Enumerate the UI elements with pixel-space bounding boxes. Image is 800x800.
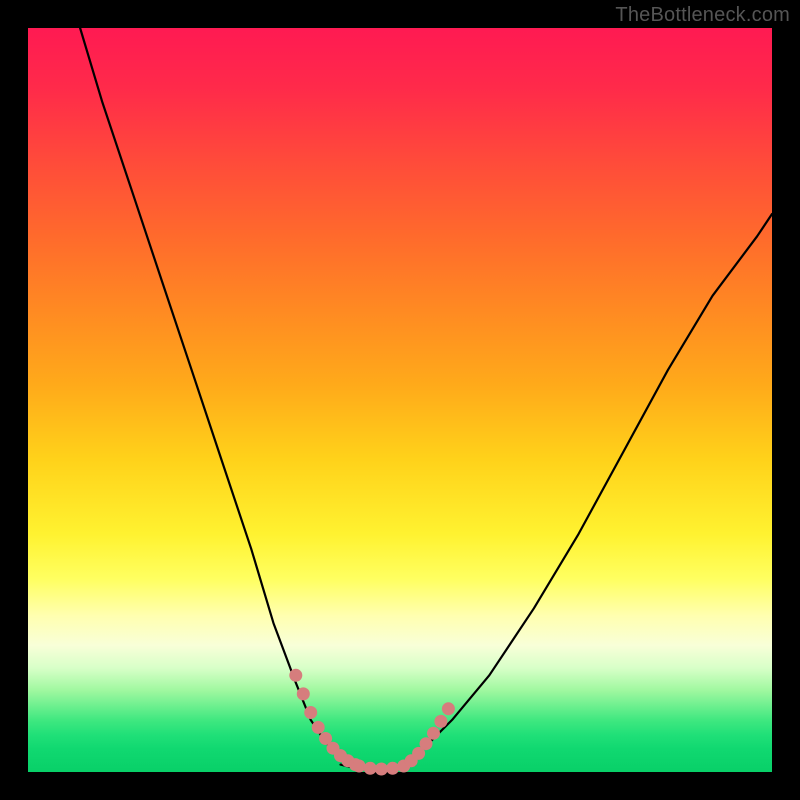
marker-dot (304, 706, 317, 719)
chart-markers (289, 669, 455, 776)
chart-plot-area (28, 28, 772, 772)
marker-dot (434, 715, 447, 728)
marker-dot (312, 721, 325, 734)
chart-svg (28, 28, 772, 772)
chart-lines (80, 28, 772, 770)
series-left-curve (80, 28, 355, 765)
marker-dot (375, 763, 388, 776)
series-right-curve (400, 214, 772, 765)
marker-dot (364, 762, 377, 775)
marker-dot (442, 702, 455, 715)
marker-dot (353, 760, 366, 773)
watermark-text: TheBottleneck.com (615, 4, 790, 27)
marker-dot (427, 727, 440, 740)
marker-dot (289, 669, 302, 682)
marker-dot (386, 762, 399, 775)
marker-dot (297, 687, 310, 700)
marker-dot (420, 737, 433, 750)
